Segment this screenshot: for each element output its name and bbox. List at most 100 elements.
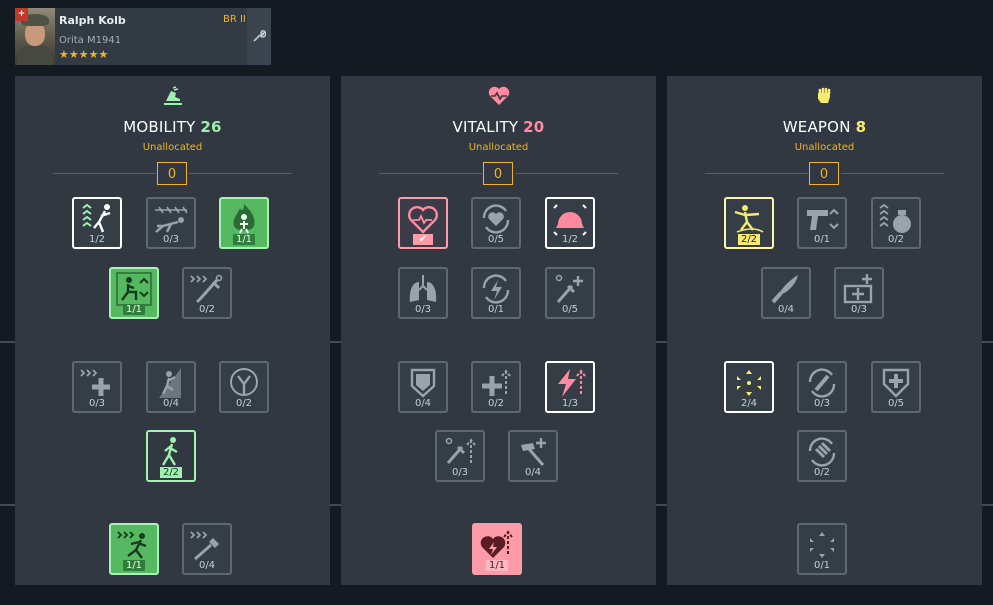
- vitality-unallocated-label: Unallocated: [468, 142, 529, 153]
- skill-lungs[interactable]: 0/3: [398, 267, 448, 319]
- skill-level: 2/4: [740, 398, 758, 409]
- checkmark-icon: ✔: [400, 234, 446, 245]
- skill-fast-heal[interactable]: 0/3: [72, 361, 122, 413]
- skill-level: 1/1: [221, 234, 267, 245]
- medical-arrow-up-icon: [482, 369, 511, 396]
- skill-fast-build[interactable]: 0/4: [182, 523, 232, 575]
- weapon-unallocated-count: 0: [809, 162, 839, 185]
- lightning-cycle-icon: [482, 274, 510, 304]
- wrench-button[interactable]: [247, 8, 271, 65]
- skill-level: 0/4: [524, 467, 542, 478]
- pistol-icon: [807, 208, 839, 230]
- skill-heal[interactable]: ✔: [398, 197, 448, 249]
- skill-level: 1/2: [88, 234, 106, 245]
- crosshair-icon: [737, 370, 761, 396]
- crawl-icon: [155, 206, 188, 233]
- medkit-plus-icon: [80, 369, 110, 396]
- skill-grenade[interactable]: 0/2: [871, 197, 921, 249]
- shield-icon: [410, 368, 436, 398]
- lightning-arrow-up-icon: [558, 369, 586, 397]
- skill-syringe-up[interactable]: 0/3: [435, 430, 485, 482]
- heart-pulse-icon: [408, 206, 438, 234]
- heart-arrow-up-icon: [480, 530, 513, 558]
- soldier-name: Ralph Kolb: [59, 14, 126, 27]
- skill-level: 0/2: [487, 398, 505, 409]
- skill-shield-medic[interactable]: 0/5: [871, 361, 921, 413]
- skill-level: 0/5: [487, 234, 505, 245]
- skill-sprint[interactable]: 2/2: [146, 430, 196, 482]
- skill-recovery[interactable]: 0/5: [471, 197, 521, 249]
- skill-level: 0/5: [887, 398, 905, 409]
- wrench-icon: [253, 30, 267, 42]
- climb-icon: [159, 368, 181, 398]
- skill-stamina[interactable]: 0/2: [219, 361, 269, 413]
- skill-level: 0/5: [561, 304, 579, 315]
- skill-armor[interactable]: 0/4: [398, 361, 448, 413]
- skill-level: 2/2: [726, 234, 772, 245]
- skill-level: 1/1: [474, 560, 520, 571]
- soldier-unit: Orita M1941: [59, 35, 122, 46]
- skill-pistol[interactable]: 0/1: [797, 197, 847, 249]
- skill-knife[interactable]: 0/4: [761, 267, 811, 319]
- skill-level: 1/1: [111, 560, 157, 571]
- heart-cycle-icon: [482, 204, 510, 234]
- throw-icon: [734, 205, 764, 233]
- skill-aim[interactable]: 2/4: [724, 361, 774, 413]
- skill-level: 0/4: [162, 398, 180, 409]
- focus-target-icon: [810, 532, 834, 558]
- skill-climb[interactable]: 0/4: [146, 361, 196, 413]
- helmet-icon: [553, 204, 587, 236]
- fist-icon: [667, 84, 982, 114]
- skill-level: 0/3: [850, 304, 868, 315]
- grenade-icon: [879, 203, 911, 233]
- skill-level: 0/2: [235, 398, 253, 409]
- skill-quick-inject[interactable]: 0/2: [182, 267, 232, 319]
- skill-throw[interactable]: 2/2: [724, 197, 774, 249]
- run-icon: [117, 531, 147, 559]
- skill-energy-up[interactable]: 1/3: [545, 361, 595, 413]
- skill-level: 0/3: [162, 234, 180, 245]
- boot-icon: [15, 84, 330, 114]
- hammer-plus-icon: [521, 438, 546, 466]
- flame-person-icon: [233, 204, 255, 234]
- vitality-unallocated-count: 0: [483, 162, 513, 185]
- skill-vault[interactable]: 1/2: [72, 197, 122, 249]
- skill-level: 0/3: [813, 398, 831, 409]
- knife-icon: [771, 275, 798, 304]
- shield-plus-icon: [882, 368, 910, 398]
- skill-run-speed[interactable]: 1/1: [109, 523, 159, 575]
- skill-level: 0/1: [813, 560, 831, 571]
- reload-bullet-icon: [808, 368, 836, 398]
- skill-crawl[interactable]: 0/3: [146, 197, 196, 249]
- mobility-unallocated-label: Unallocated: [142, 142, 203, 153]
- vault-icon: [82, 203, 111, 233]
- skill-crouch-speed[interactable]: 1/1: [109, 267, 159, 319]
- soldier-card[interactable]: + Ralph Kolb BR II Orita M1941 ★★★★★: [15, 8, 271, 65]
- skill-level: 0/3: [414, 304, 432, 315]
- skill-ammo-swap[interactable]: 0/2: [797, 430, 847, 482]
- skill-ammo-crate[interactable]: 0/3: [834, 267, 884, 319]
- rank-stars: ★★★★★: [59, 48, 109, 61]
- skill-level: 0/4: [198, 560, 216, 571]
- skill-level: 1/2: [561, 234, 579, 245]
- vitality-panel: VITALITY 20 Unallocated 0: [341, 76, 656, 585]
- skill-level: 0/2: [813, 467, 831, 478]
- skill-medkit-up[interactable]: 0/2: [471, 361, 521, 413]
- ammo-crate-plus-icon: [843, 274, 873, 304]
- skill-focus[interactable]: 0/1: [797, 523, 847, 575]
- lungs-icon: [409, 275, 437, 302]
- skill-level: 0/1: [813, 234, 831, 245]
- skill-reload[interactable]: 0/3: [797, 361, 847, 413]
- mobility-unallocated-count: 0: [157, 162, 187, 185]
- skill-syringe-plus[interactable]: 0/5: [545, 267, 595, 319]
- skill-heart-up[interactable]: 1/1: [472, 523, 522, 575]
- skill-hammer-plus[interactable]: 0/4: [508, 430, 558, 482]
- skill-helmet[interactable]: 1/2: [545, 197, 595, 249]
- skill-level: 0/2: [198, 304, 216, 315]
- skill-fire-resist[interactable]: 1/1: [219, 197, 269, 249]
- weapon-unallocated-label: Unallocated: [794, 142, 855, 153]
- syringe-arrow-up-icon: [445, 437, 476, 464]
- skill-stun-recovery[interactable]: 0/1: [471, 267, 521, 319]
- weapon-title: WEAPON 8: [782, 118, 867, 136]
- skill-level: 0/2: [887, 234, 905, 245]
